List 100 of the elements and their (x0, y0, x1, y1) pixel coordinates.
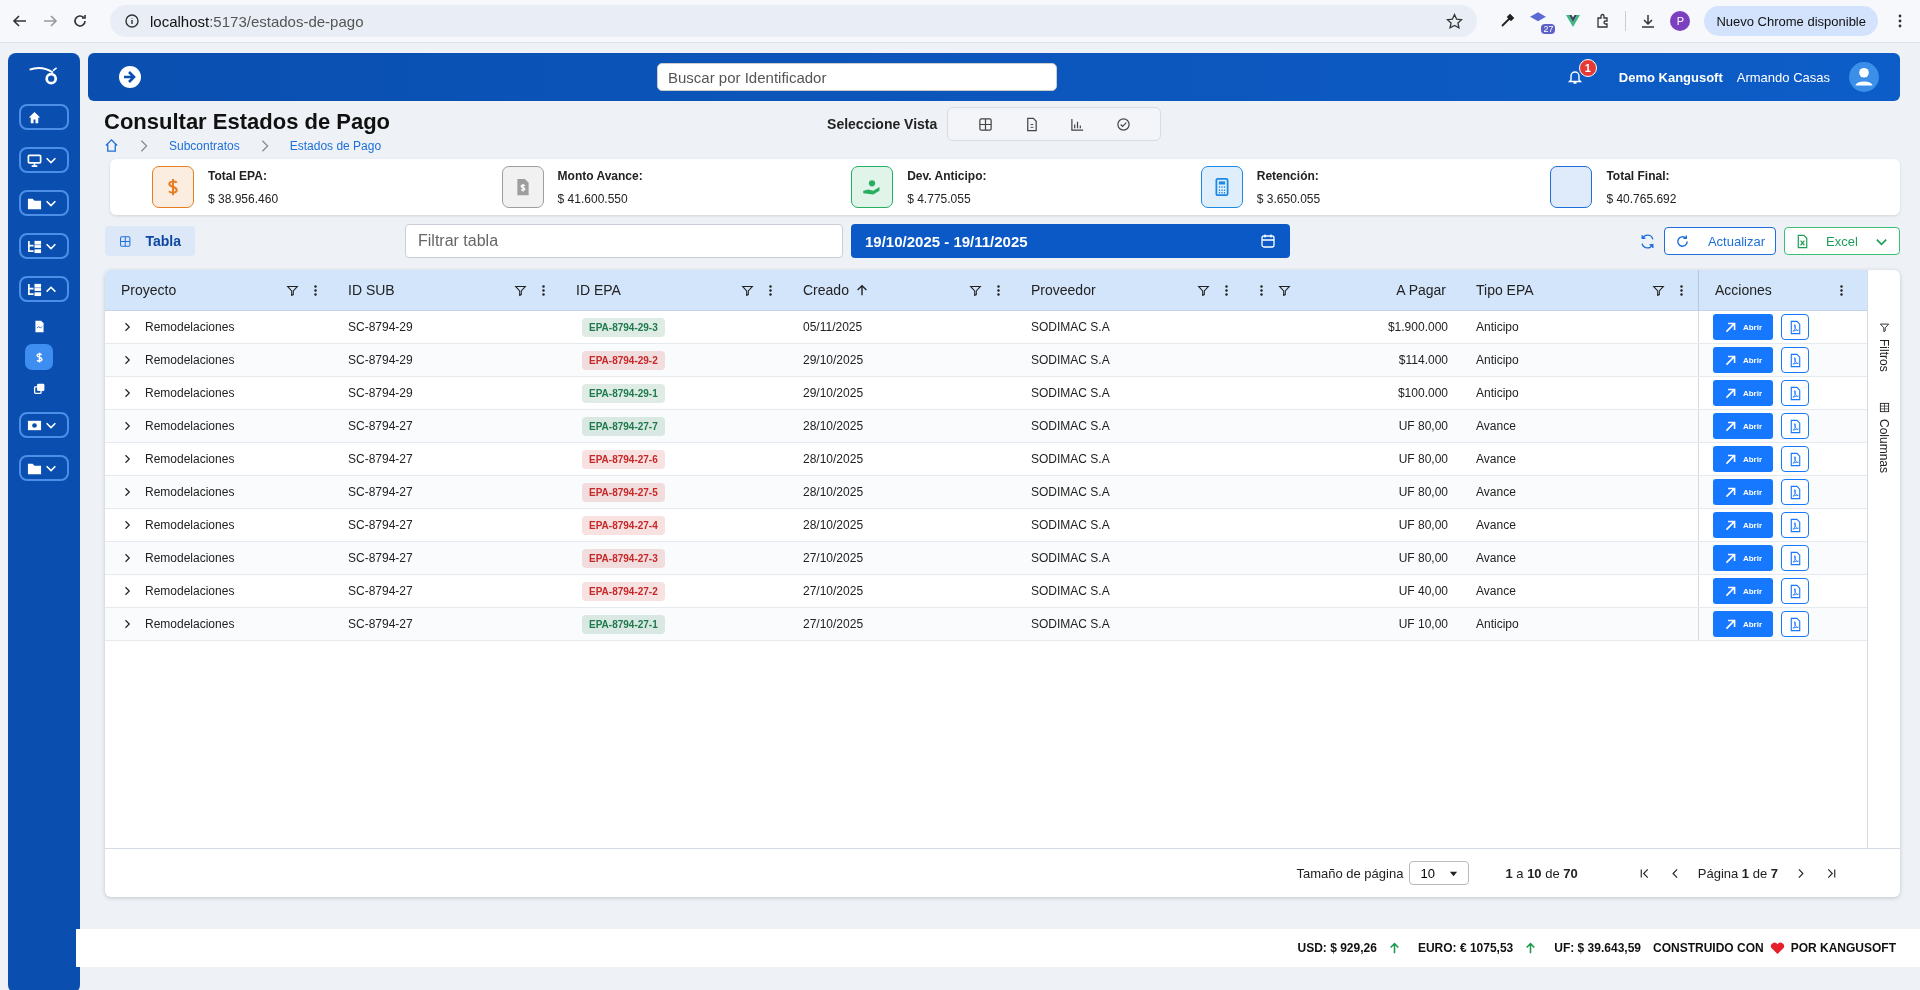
table-cell: UF 80,00 (1398, 551, 1448, 565)
refresh-button[interactable]: Actualizar (1663, 227, 1776, 255)
column-header[interactable]: ID SUB (348, 282, 395, 298)
breadcrumb-link[interactable]: Subcontratos (169, 138, 240, 153)
date-range-picker[interactable]: 19/10/2025 - 19/11/2025 (851, 224, 1290, 258)
sync-icon[interactable] (1638, 232, 1656, 250)
open-button[interactable]: Abrir (1713, 545, 1773, 571)
sidebar-tree-button[interactable] (19, 276, 69, 302)
filter-icon[interactable] (969, 283, 982, 297)
column-menu-icon[interactable] (1224, 283, 1229, 297)
column-header[interactable]: Proyecto (121, 282, 177, 298)
arrow-circle-icon[interactable] (118, 65, 142, 89)
column-menu-icon[interactable] (1839, 283, 1844, 297)
column-menu-icon[interactable] (1259, 283, 1264, 297)
open-button[interactable]: Abrir (1713, 479, 1773, 505)
open-button[interactable]: Abrir (1713, 380, 1773, 406)
download-icon[interactable] (1640, 13, 1657, 29)
column-menu-icon[interactable] (1679, 283, 1684, 297)
pdf-button[interactable] (1781, 479, 1809, 505)
column-menu-icon[interactable] (313, 283, 318, 297)
pdf-button[interactable] (1781, 347, 1809, 373)
filter-icon[interactable] (1652, 283, 1665, 297)
column-menu-icon[interactable] (996, 283, 1001, 297)
pdf-button[interactable] (1781, 611, 1809, 637)
filter-icon[interactable] (286, 283, 299, 297)
column-header[interactable]: Proveedor (1031, 282, 1096, 298)
table-cell: Remodelaciones (145, 320, 235, 334)
chart-icon (1069, 116, 1085, 132)
filter-icon[interactable] (741, 283, 754, 297)
bookmark-star-icon[interactable] (1446, 12, 1464, 30)
open-button[interactable]: Abrir (1713, 347, 1773, 373)
pdf-button[interactable] (1781, 512, 1809, 538)
sidebar-folder-button[interactable] (19, 190, 69, 216)
view-label: Seleccione Vista (827, 116, 938, 132)
address-bar[interactable]: localhost:5173/estados-de-pago (110, 5, 1478, 37)
update-button[interactable]: Nuevo Chrome disponible (1704, 6, 1878, 36)
pdf-button[interactable] (1781, 578, 1809, 604)
sidebar-money-button[interactable] (19, 412, 69, 438)
epa-id-tag: EPA-8794-27-6 (582, 449, 665, 469)
column-menu-icon[interactable] (541, 283, 546, 297)
excel-export-button[interactable]: Excel (1784, 227, 1900, 255)
sidebar-home-button[interactable] (19, 104, 69, 130)
filter-icon[interactable] (1278, 283, 1291, 297)
table-cell: SODIMAC S.A (1031, 518, 1110, 532)
heart-icon (1769, 941, 1785, 955)
open-button[interactable]: Abrir (1713, 578, 1773, 604)
exchange-rate: USD: $ 929,26 (1297, 941, 1377, 955)
summary-label: Monto Avance: (557, 168, 643, 183)
table-filter-field[interactable]: Filtrar tabla (405, 224, 843, 258)
table-view-tab[interactable]: Tabla (105, 226, 195, 256)
sort-ascending-icon[interactable] (854, 283, 869, 297)
pdf-button[interactable] (1781, 380, 1809, 406)
notification-badge: 1 (1578, 59, 1597, 77)
pdf-button[interactable] (1781, 314, 1809, 340)
monitor-icon (27, 152, 42, 168)
forward-icon[interactable] (42, 13, 58, 29)
open-button[interactable]: Abrir (1713, 446, 1773, 472)
credit-text: CONSTRUIDO CON (1653, 941, 1764, 955)
breadcrumb-link[interactable]: Estados de Pago (289, 138, 382, 153)
back-icon[interactable] (12, 13, 28, 29)
info-icon[interactable] (124, 13, 140, 29)
open-button[interactable]: Abrir (1713, 611, 1773, 637)
reload-icon[interactable] (72, 13, 88, 29)
column-header[interactable]: Tipo EPA (1476, 282, 1534, 298)
eyedropper-icon[interactable] (1499, 13, 1516, 29)
sidebar-monitor-button[interactable] (19, 147, 69, 173)
home-icon[interactable] (104, 138, 119, 153)
sidebar-tree-button[interactable] (19, 233, 69, 259)
column-header[interactable]: ID EPA (576, 282, 621, 298)
table-cell: SC-8794-27 (348, 551, 413, 565)
pdf-button[interactable] (1781, 413, 1809, 439)
open-button[interactable]: Abrir (1713, 413, 1773, 439)
column-menu-icon[interactable] (768, 283, 773, 297)
column-header[interactable]: A Pagar (1396, 282, 1446, 298)
table-cell: SODIMAC S.A (1031, 386, 1110, 400)
vue-icon[interactable] (1565, 13, 1582, 29)
arrow-up-right-icon (1723, 320, 1737, 334)
pdf-button[interactable] (1781, 545, 1809, 571)
page-size-select[interactable]: 10 (1409, 861, 1470, 885)
arrow-up-icon (1525, 942, 1537, 954)
columns-panel-tab[interactable]: Columnas (1877, 401, 1891, 473)
sidebar-folder-button[interactable] (19, 455, 69, 481)
table-cell: 05/11/2025 (803, 320, 863, 334)
user-avatar[interactable] (1848, 61, 1880, 93)
search-field[interactable]: Buscar por Identificador (657, 63, 1057, 91)
table-cell: UF 40,00 (1398, 584, 1448, 598)
open-button[interactable]: Abrir (1713, 512, 1773, 538)
filter-icon[interactable] (1197, 283, 1210, 297)
profile-avatar[interactable]: P (1670, 11, 1691, 31)
column-header[interactable]: Acciones (1715, 282, 1772, 298)
column-header[interactable]: Creado (803, 282, 849, 298)
sidebar-dollar-item[interactable] (25, 344, 53, 370)
pdf-button[interactable] (1781, 446, 1809, 472)
bell-icon[interactable] (1566, 69, 1583, 85)
table-cell: Remodelaciones (145, 386, 235, 400)
filters-panel-tab[interactable]: Filtros (1877, 322, 1891, 372)
open-button[interactable]: Abrir (1713, 314, 1773, 340)
last-page-icon[interactable] (1825, 866, 1838, 880)
filter-icon[interactable] (514, 283, 527, 297)
table-cell: SC-8794-27 (348, 518, 413, 532)
